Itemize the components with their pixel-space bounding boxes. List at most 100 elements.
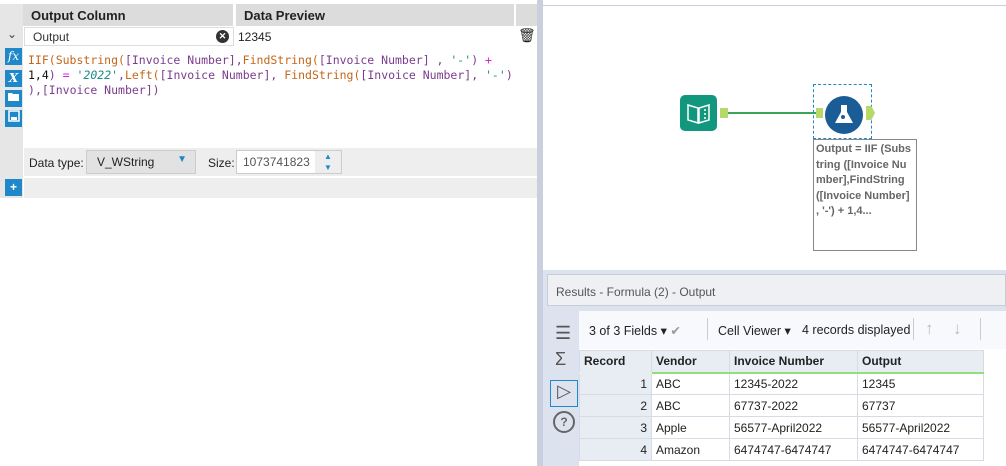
table-cell[interactable]: 12345-2022 (729, 372, 858, 395)
table-cell[interactable]: 12345 (857, 372, 984, 395)
size-stepper-icon[interactable]: ▲ ▼ (315, 151, 341, 173)
output-anchor[interactable] (720, 108, 728, 118)
column-header[interactable]: Vendor (651, 350, 730, 374)
formula-token-fld: [Invoice Number] (318, 53, 430, 67)
formula-expression-editor[interactable]: IIF(Substring([Invoice Number],FindStrin… (24, 47, 537, 147)
header-output-column: Output Column (23, 4, 233, 26)
formula-token-fn: Substring( (55, 53, 125, 67)
toolbar-divider (707, 318, 708, 340)
workflow-canvas[interactable]: Output = IIF (Substring ([Invoice Number… (543, 0, 1006, 270)
formula-token-fn: FindString( (284, 68, 361, 82)
formula-token-punc: ) (471, 53, 486, 67)
functions-fx-icon[interactable]: fx (5, 48, 22, 65)
canvas-ruler (543, 0, 1006, 6)
add-field-plus-icon[interactable]: + (5, 179, 22, 196)
toolbar-divider (980, 318, 981, 340)
table-row[interactable]: 1 ABC 12345-2022 12345 (579, 372, 984, 395)
formula-token-punc: , (235, 53, 243, 67)
open-folder-icon[interactable] (5, 90, 22, 107)
table-cell[interactable]: ABC (651, 394, 730, 417)
formula-token-fn: FindString( (242, 53, 319, 67)
sigma-icon[interactable]: Σ (555, 349, 566, 370)
dropdown-arrow-icon: ▼ (177, 154, 187, 165)
results-body: 3 of 3 Fields ▾ ✔ Cell Viewer ▾ 4 record… (579, 311, 1006, 466)
column-header[interactable]: Invoice Number (729, 350, 858, 374)
formula-config-panel: Output Column Data Preview ⌄ Output ✕ 12… (0, 0, 537, 466)
size-value: 1073741823 (243, 155, 310, 169)
input-anchor[interactable] (816, 108, 823, 118)
formula-token-fld: [Invoice Number] (159, 68, 271, 82)
formula-token-str: '2022' (69, 68, 119, 82)
formula-output-anchor[interactable] (866, 106, 875, 120)
records-count: 4 records displayed (802, 323, 911, 337)
formula-token-punc: , (118, 68, 125, 82)
table-cell[interactable]: 2 (579, 394, 652, 417)
output-column-input[interactable]: Output ✕ (24, 27, 234, 46)
column-header[interactable]: Record (579, 350, 652, 374)
table-cell[interactable]: 67737-2022 (729, 394, 858, 417)
formula-token-str: '-' (450, 53, 472, 67)
table-cell[interactable]: 56577-April2022 (729, 416, 858, 439)
fields-selector[interactable]: 3 of 3 Fields ▾ ✔ (589, 323, 681, 338)
output-column-value: Output (33, 30, 70, 44)
formula-token-op: + (485, 53, 492, 67)
data-type-select[interactable]: V_WString ▼ (86, 150, 196, 174)
column-header[interactable]: Output (857, 350, 984, 374)
formula-token-punc: , (270, 68, 285, 82)
viewer-label: Cell Viewer (718, 324, 781, 338)
table-row[interactable]: 3 Apple 56577-April2022 56577-April2022 (579, 416, 984, 439)
table-row[interactable]: 4 Amazon 6474747-6474747 6474747-6474747 (579, 438, 984, 461)
tool-annotation: Output = IIF (Substring ([Invoice Number… (813, 139, 917, 251)
table-row[interactable]: 2 ABC 67737-2022 67737 (579, 394, 984, 417)
clear-icon[interactable]: ✕ (216, 30, 229, 43)
fields-label: 3 of 3 Fields (589, 324, 658, 338)
cell-viewer-dropdown[interactable]: Cell Viewer ▾ (718, 323, 791, 338)
table-cell[interactable]: 3 (579, 416, 652, 439)
formula-token-punc: , (471, 68, 486, 82)
table-cell[interactable]: Apple (651, 416, 730, 439)
table-cell[interactable]: 6474747-6474747 (729, 438, 858, 461)
formula-token-fld: [Invoice Number] (124, 53, 236, 67)
formula-token-punc: , (34, 83, 42, 97)
toolbar-divider (913, 318, 914, 340)
results-table: Record Vendor Invoice Number Output 1 ABC 123… (579, 350, 984, 461)
arrow-up-icon[interactable]: ↑ (925, 319, 934, 339)
list-icon[interactable]: ☰ (555, 323, 571, 344)
input-data-tool-icon[interactable] (680, 95, 717, 131)
results-sidebar: ☰ Σ ▷ ? (550, 311, 578, 466)
size-label: Size: (208, 156, 235, 170)
table-cell[interactable]: 4 (579, 438, 652, 461)
table-cell[interactable]: 56577-April2022 (857, 416, 984, 439)
connection-line (728, 112, 816, 114)
table-cell[interactable]: 6474747-6474747 (857, 438, 984, 461)
formula-token-punc: ) (152, 83, 160, 97)
formula-token-punc: ) (48, 68, 63, 82)
formula-token-fld: [Invoice Number] (41, 83, 153, 97)
table-cell[interactable]: 1 (579, 372, 652, 395)
type-row: Data type: V_WString ▼ Size: 1073741823 ▲ ▼ (24, 148, 537, 176)
apply-check-icon[interactable]: ✔ (670, 324, 680, 338)
formula-token-fld: [Invoice Number] (360, 68, 472, 82)
table-cell[interactable]: Amazon (651, 438, 730, 461)
formula-token-str: '-' (485, 68, 506, 82)
arrow-down-icon[interactable]: ↓ (953, 319, 962, 339)
save-disk-icon[interactable] (5, 110, 22, 127)
size-input[interactable]: 1073741823 ▲ ▼ (236, 150, 342, 174)
header-spacer (516, 4, 537, 26)
formula-token-fn: Left( (124, 68, 160, 82)
data-preview-value: 12345 (238, 30, 272, 44)
metadata-tag-icon[interactable]: ▷ (550, 380, 578, 407)
table-cell[interactable]: 67737 (857, 394, 984, 417)
formula-tool-icon[interactable] (825, 96, 863, 134)
variables-x-icon[interactable]: X (5, 70, 22, 87)
formula-token-num: 1,4 (28, 68, 49, 82)
formula-token-op: = (62, 68, 70, 82)
results-toolbar: 3 of 3 Fields ▾ ✔ Cell Viewer ▾ 4 record… (579, 311, 1006, 349)
table-cell[interactable]: ABC (651, 372, 730, 395)
formula-token-fn: IIF( (28, 53, 56, 67)
delete-trash-icon[interactable]: 🗑 (518, 27, 536, 44)
help-icon[interactable]: ? (553, 411, 575, 433)
collapse-chevron-icon[interactable]: ⌄ (4, 27, 20, 44)
results-panel: Results - Formula (2) - Output ☰ Σ ▷ ? 3… (543, 270, 1006, 466)
results-title: Results - Formula (2) - Output (547, 274, 1006, 306)
